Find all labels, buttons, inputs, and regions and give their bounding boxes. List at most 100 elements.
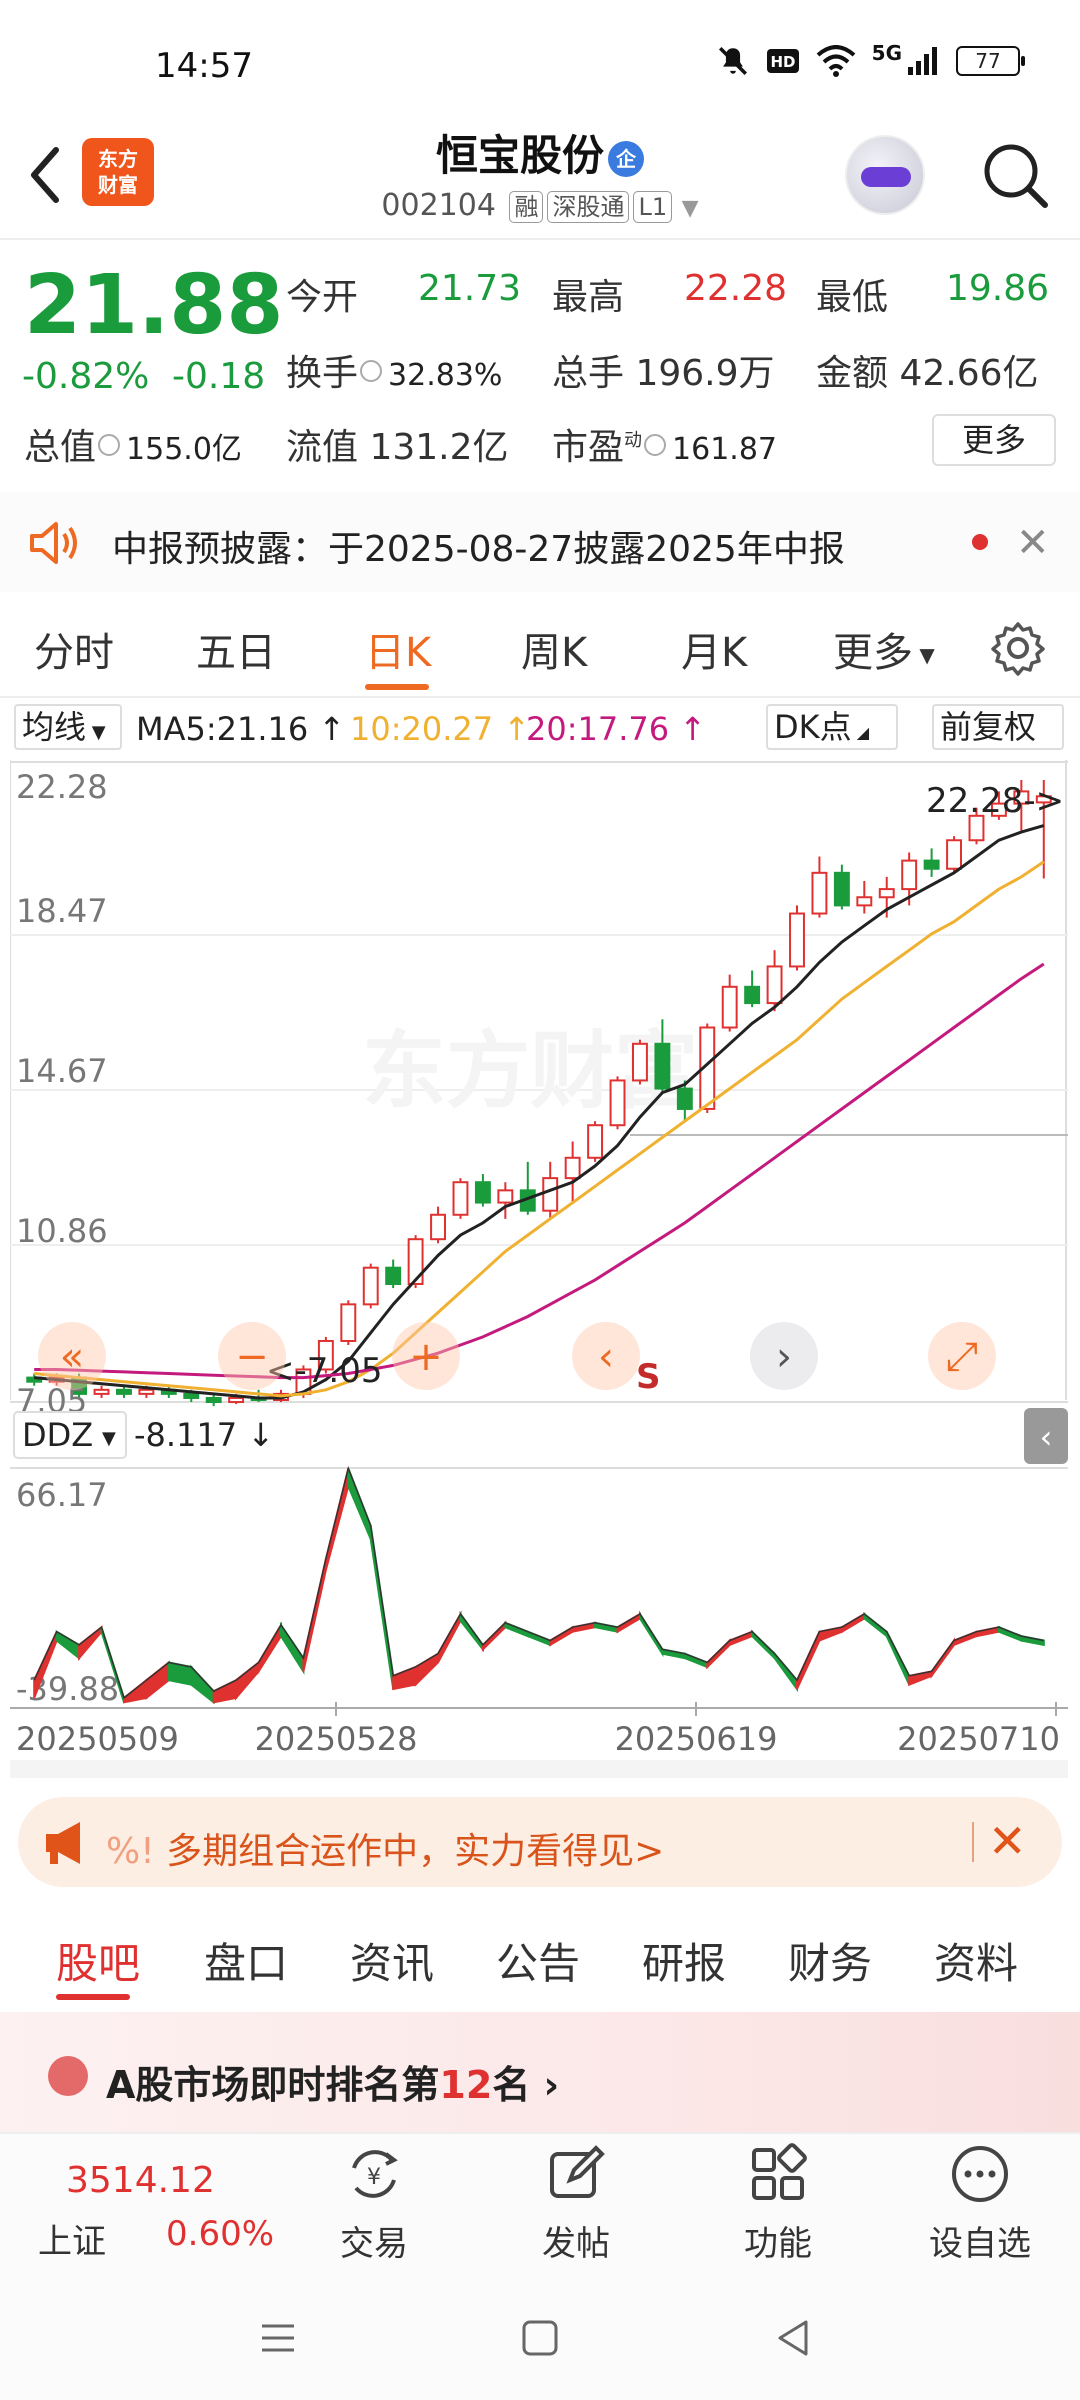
candle-body <box>228 1396 245 1404</box>
close-icon[interactable]: ✕ <box>988 1814 1027 1868</box>
info-icon[interactable] <box>360 360 383 382</box>
date-label: 20250528 <box>255 1720 418 1758</box>
ma10-readout: 10:20.27 ↑ <box>350 710 530 748</box>
kline-chart[interactable]: 东方财富 22.2818.4714.6710.867.05 22.28-><-7… <box>10 760 1068 1778</box>
network-label: 5G <box>871 41 902 65</box>
fullscreen-icon-glyph: ⤢ <box>946 1334 978 1380</box>
candle-body <box>833 871 850 907</box>
search-icon[interactable] <box>975 135 1055 215</box>
back-nav-icon[interactable] <box>766 2310 822 2366</box>
add-watchlist-button[interactable]: 设自选 <box>910 2142 1050 2265</box>
rank-prefix: A股市场即时排名第 <box>106 2063 440 2107</box>
pan-left-fast-icon[interactable]: « <box>38 1322 106 1390</box>
up-arrow-icon: ↑ <box>318 710 346 748</box>
fullscreen-icon[interactable]: ⤢ <box>928 1322 996 1390</box>
ma20-readout: 20:17.76 ↑ <box>526 710 706 748</box>
turnover-label-text: 换手 <box>286 353 359 394</box>
index-value[interactable]: 3514.12 <box>66 2160 215 2201</box>
tab-orderbook[interactable]: 盘口 <box>204 1930 288 1991</box>
assistant-robot-icon[interactable] <box>845 135 925 215</box>
post-button[interactable]: 发帖 <box>506 2142 646 2265</box>
close-icon[interactable]: ✕ <box>1016 520 1050 566</box>
current-price: 21.88 <box>24 258 284 353</box>
sell-signal-label: S <box>636 1357 661 1397</box>
functions-label: 功能 <box>744 2224 812 2264</box>
tab-weekly-k[interactable]: 周K <box>521 620 587 678</box>
change-amount: -0.18 <box>172 356 266 397</box>
info-icon[interactable] <box>644 434 667 456</box>
tab-profile[interactable]: 资料 <box>934 1930 1018 1991</box>
pan-right-icon[interactable]: › <box>750 1322 818 1390</box>
ddz-segment <box>190 1664 215 1705</box>
tab-daily-k[interactable]: 日K <box>365 620 431 678</box>
trade-icon: ¥ <box>352 2150 398 2198</box>
candle-body <box>116 1388 132 1395</box>
candle-body <box>878 888 895 899</box>
mktcap-label-text: 总值 <box>24 427 97 468</box>
promo-separator <box>972 1822 974 1862</box>
pan-left-icon[interactable]: ‹ <box>572 1322 640 1390</box>
rank-text[interactable]: A股市场即时排名第12名 › <box>106 2054 559 2109</box>
tab-research[interactable]: 研报 <box>642 1930 726 1991</box>
grid-icon <box>752 2143 807 2200</box>
low-label: 最低 <box>816 277 889 318</box>
chart-grid <box>10 760 1068 1403</box>
tab-five-day[interactable]: 五日 <box>196 620 276 678</box>
functions-button[interactable]: 功能 <box>708 2142 848 2265</box>
ma-type-select[interactable]: 均线 ▼ <box>14 704 122 750</box>
info-icon[interactable] <box>98 434 121 456</box>
adjust-select[interactable]: 前复权 <box>932 704 1064 750</box>
caret-down-icon: ▼ <box>681 196 699 221</box>
ddz-select[interactable]: DDZ ▼ <box>13 1411 127 1459</box>
notice-text[interactable]: 中报预披露：于2025-08-27披露2025年中报 <box>112 520 845 572</box>
chevron-left-icon: ‹ <box>1040 1418 1053 1456</box>
pe-label: 市盈动 161.87 <box>552 418 777 470</box>
home-icon[interactable] <box>512 2310 568 2366</box>
date-label: 20250619 <box>615 1720 778 1758</box>
float-label-text: 流值 <box>286 427 359 468</box>
menu-icon[interactable] <box>250 2310 306 2366</box>
svg-text:HD: HD <box>770 53 795 71</box>
period-tabs: 分时 五日 日K 周K 月K 更多 ▼ <box>0 610 1080 690</box>
index-change-percent[interactable]: 0.60% <box>166 2214 274 2254</box>
candle-body <box>676 1087 693 1110</box>
mktcap-value: 155.0亿 <box>126 432 242 467</box>
gear-icon[interactable] <box>990 620 1046 676</box>
zoom-out-icon[interactable]: − <box>218 1322 286 1390</box>
pe-dynamic-mark: 动 <box>624 430 643 451</box>
pe-value: 161.87 <box>672 432 777 467</box>
tab-more-label: 更多 <box>833 630 913 676</box>
more-quote-button[interactable]: 更多 <box>932 414 1056 466</box>
caret-down-icon: ▼ <box>913 643 935 667</box>
tab-news[interactable]: 资讯 <box>350 1930 434 1991</box>
price-axis: 22.2818.4714.6710.867.05 <box>16 768 108 1420</box>
active-tab-indicator <box>56 1994 130 2000</box>
tab-monthly-k[interactable]: 月K <box>681 620 747 678</box>
candle-body <box>946 839 962 870</box>
candle-body <box>407 1238 424 1285</box>
battery-level: 77 <box>975 49 1001 73</box>
tab-more[interactable]: 更多 ▼ <box>833 620 935 678</box>
tab-financials[interactable]: 财务 <box>788 1930 872 1991</box>
tab-forum[interactable]: 股吧 <box>56 1930 140 1991</box>
dk-point-toggle[interactable]: DK点 ◢ <box>766 704 898 750</box>
amount-label-text: 金额 <box>816 353 889 394</box>
tab-announcements[interactable]: 公告 <box>496 1930 580 1991</box>
expand-panel-button[interactable]: ‹ <box>1024 1408 1068 1464</box>
date-label: 20250509 <box>16 1720 179 1758</box>
candle-body <box>654 1042 671 1090</box>
promo-icon-text: %! <box>106 1831 155 1872</box>
candle-body <box>362 1266 379 1306</box>
tab-intraday[interactable]: 分时 <box>34 620 114 678</box>
ma-type-label: 均线 <box>22 708 87 746</box>
index-name[interactable]: 上证 <box>38 2214 106 2263</box>
volume-label-text: 总手 <box>552 353 625 394</box>
trade-button[interactable]: ¥ 交易 <box>304 2142 444 2265</box>
promo-text[interactable]: %! 多期组合运作中，实力看得见> <box>106 1822 664 1874</box>
zoom-in-icon[interactable]: + <box>392 1322 460 1390</box>
mktcap-label: 总值 155.0亿 <box>24 418 242 470</box>
ddz-segment <box>773 1650 798 1693</box>
edit-icon <box>550 2145 605 2198</box>
stock-code: 002104 <box>381 188 496 223</box>
ma10-line <box>34 860 1045 1398</box>
